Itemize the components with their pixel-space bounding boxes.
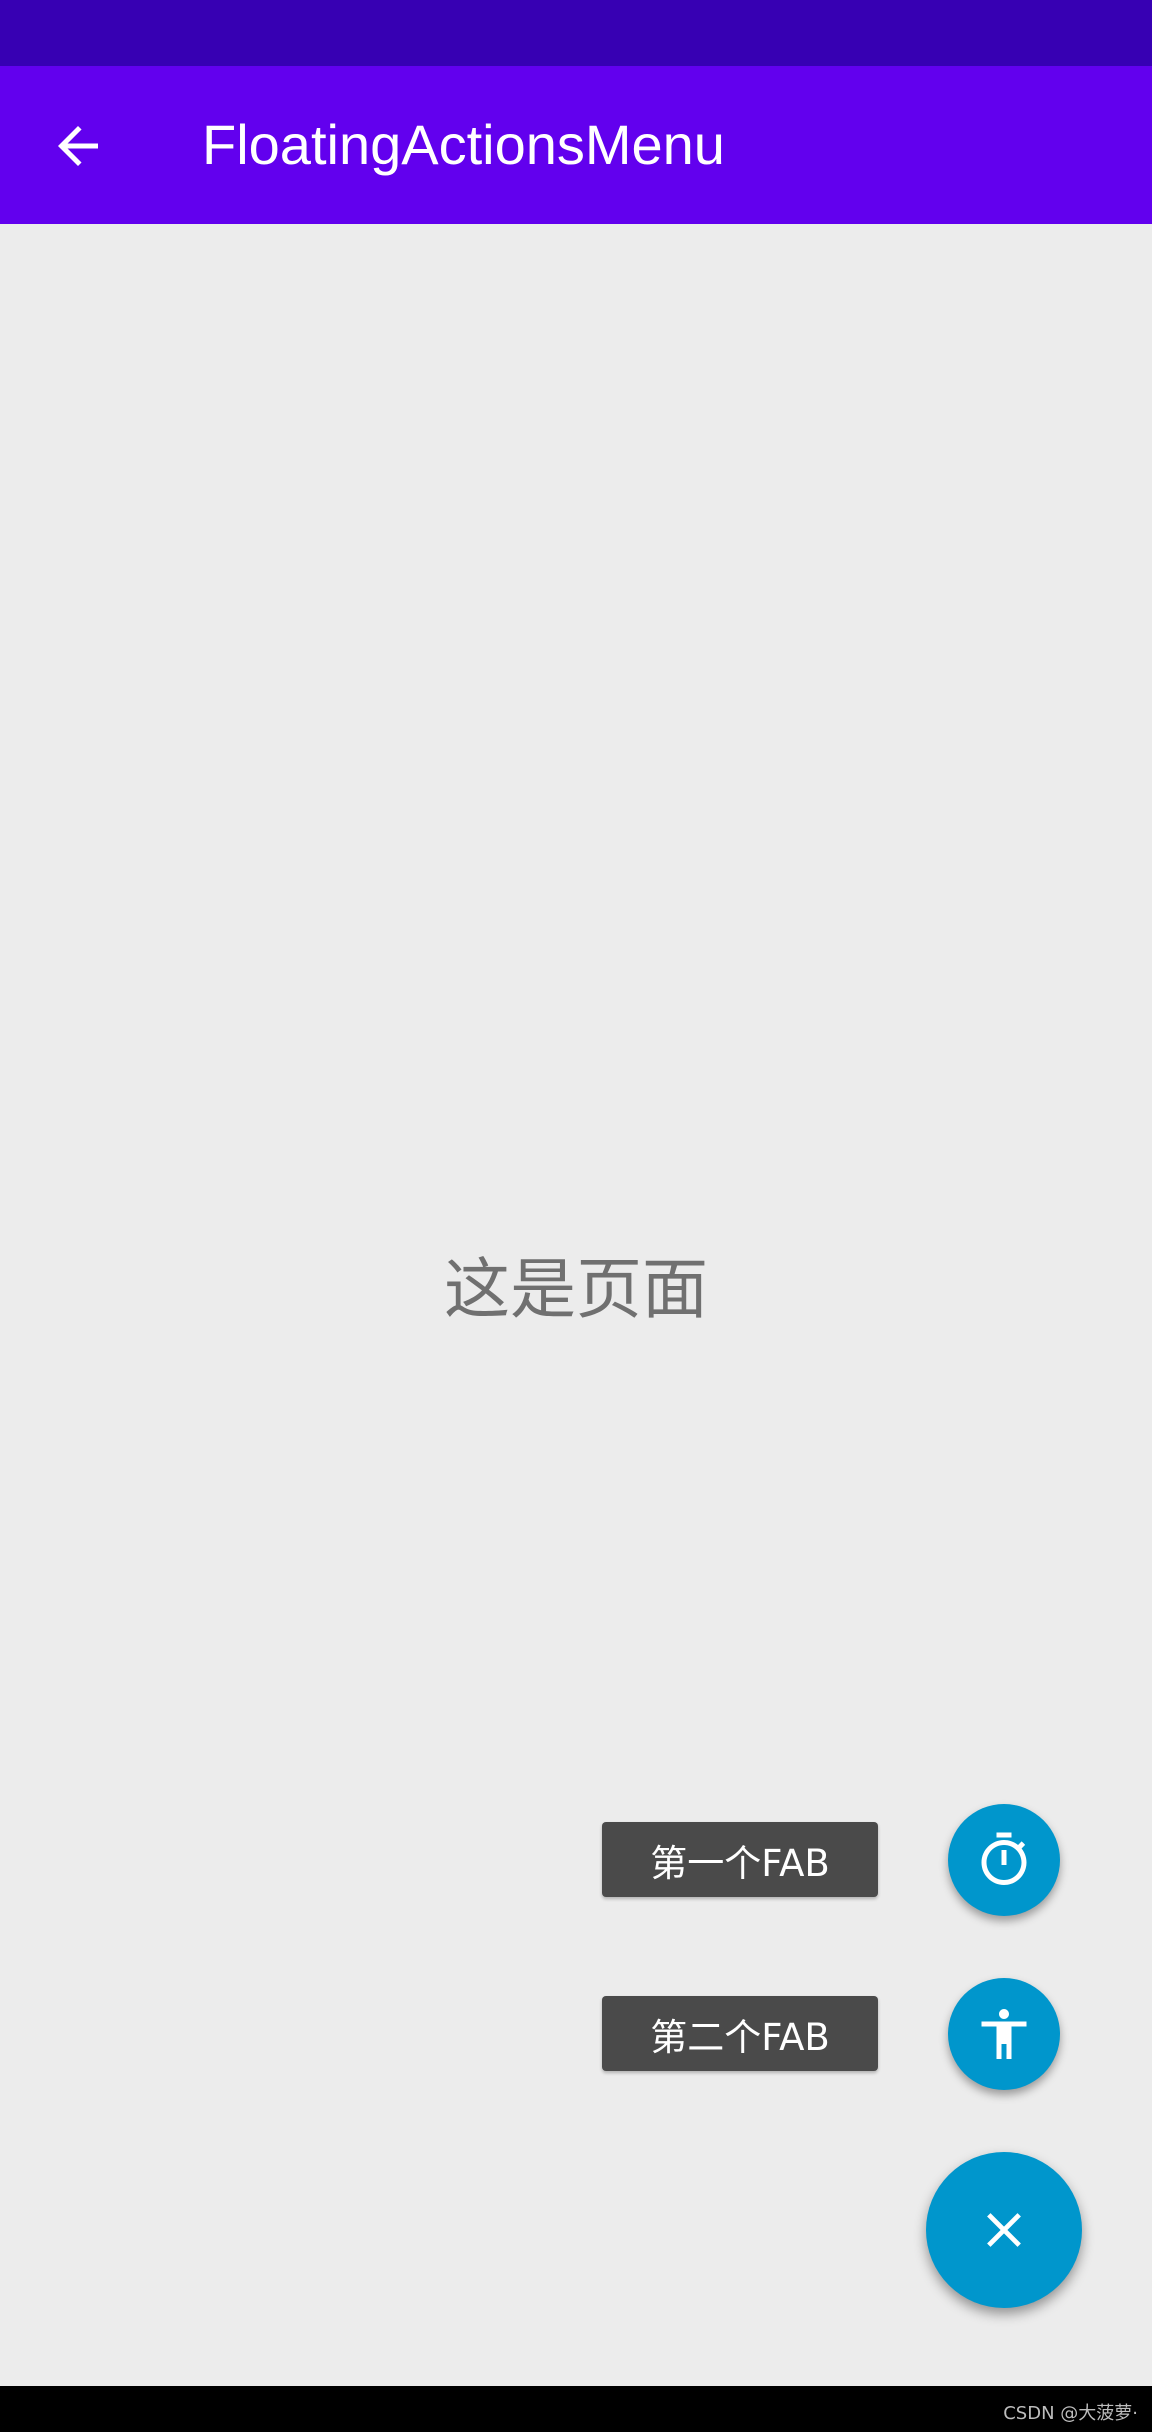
close-icon	[987, 2213, 1021, 2247]
watermark: CSDN @大菠萝·	[1003, 2403, 1138, 2424]
fab-label-first[interactable]: 第一个FAB	[602, 1822, 878, 1897]
fab-main-button[interactable]	[926, 2152, 1082, 2308]
app-bar: FloatingActionsMenu	[0, 66, 1152, 224]
fab-label-second[interactable]: 第二个FAB	[602, 1996, 878, 2071]
timer-icon	[981, 1832, 1027, 1885]
page-text: 这是页面	[444, 1251, 708, 1328]
arrow-back-icon	[58, 126, 98, 166]
fab-second-button[interactable]	[948, 1978, 1060, 2090]
back-button[interactable]	[28, 101, 128, 191]
fab-first-button[interactable]	[948, 1804, 1060, 1916]
navigation-bar	[0, 2386, 1152, 2432]
status-bar	[0, 0, 1152, 66]
accessibility-icon	[981, 2009, 1027, 2059]
app-title: FloatingActionsMenu	[202, 113, 725, 176]
